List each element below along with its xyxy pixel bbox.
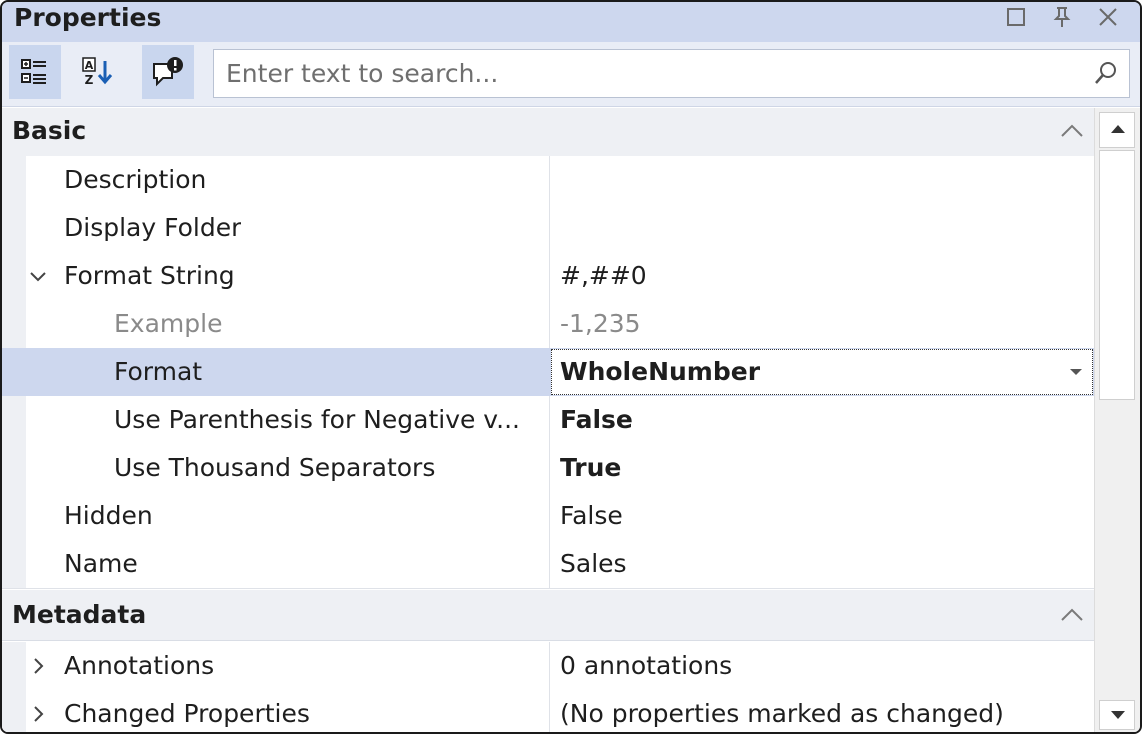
search-box[interactable] bbox=[213, 49, 1130, 98]
column-divider[interactable] bbox=[549, 540, 550, 588]
property-name: Use Parenthesis for Negative v... bbox=[114, 405, 521, 434]
scroll-down-button[interactable] bbox=[1099, 700, 1135, 730]
property-row-format[interactable]: Format WholeNumber bbox=[2, 348, 1094, 397]
row-gutter bbox=[2, 396, 26, 444]
property-name: Format bbox=[114, 357, 203, 386]
row-gutter bbox=[2, 492, 26, 540]
chevron-up-icon[interactable] bbox=[1058, 118, 1086, 146]
property-name: Display Folder bbox=[64, 213, 242, 242]
row-gutter bbox=[2, 690, 26, 732]
property-value: -1,235 bbox=[560, 309, 641, 338]
property-value[interactable]: False bbox=[560, 396, 633, 444]
chevron-right-icon[interactable] bbox=[28, 704, 48, 724]
category-label: Basic bbox=[12, 116, 87, 145]
categorized-icon bbox=[21, 59, 46, 84]
row-gutter bbox=[2, 642, 26, 690]
alphabetical-sort-button[interactable]: A Z bbox=[72, 45, 124, 99]
dropdown-arrow-icon[interactable] bbox=[1070, 369, 1082, 375]
row-gutter bbox=[2, 444, 26, 492]
property-value[interactable]: 0 annotations bbox=[560, 642, 732, 690]
property-grid: Basic Description Display Folder Format … bbox=[2, 108, 1094, 732]
column-divider[interactable] bbox=[549, 300, 550, 348]
column-divider[interactable] bbox=[549, 492, 550, 540]
svg-text:A: A bbox=[85, 59, 94, 72]
column-divider[interactable] bbox=[549, 204, 550, 252]
properties-window: Properties A Z Enter text to search... B… bbox=[0, 0, 1142, 734]
property-row-name[interactable]: Name Sales bbox=[2, 540, 1094, 589]
scroll-thumb[interactable] bbox=[1099, 150, 1135, 400]
property-name: Changed Properties bbox=[64, 699, 310, 728]
description-toggle-button[interactable] bbox=[142, 45, 194, 99]
row-gutter bbox=[2, 204, 26, 252]
property-value[interactable]: (No properties marked as changed) bbox=[560, 690, 1004, 732]
column-divider[interactable] bbox=[549, 156, 550, 204]
property-row-annotations[interactable]: Annotations 0 annotations bbox=[2, 642, 1094, 691]
property-row-description[interactable]: Description bbox=[2, 156, 1094, 205]
property-row-changed-properties[interactable]: Changed Properties (No properties marked… bbox=[2, 690, 1094, 732]
format-dropdown[interactable]: WholeNumber bbox=[551, 349, 1093, 395]
row-gutter bbox=[2, 156, 26, 204]
chevron-right-icon[interactable] bbox=[28, 656, 48, 676]
row-gutter bbox=[2, 348, 26, 396]
chevron-up-icon[interactable] bbox=[1058, 602, 1086, 630]
property-row-format-string[interactable]: Format String #,##0 bbox=[2, 252, 1094, 301]
property-value[interactable]: WholeNumber bbox=[560, 350, 760, 394]
property-name: Use Thousand Separators bbox=[114, 453, 436, 482]
column-divider[interactable] bbox=[549, 444, 550, 492]
property-value[interactable]: #,##0 bbox=[560, 252, 647, 300]
property-name: Format String bbox=[64, 261, 235, 290]
svg-text:Z: Z bbox=[85, 73, 94, 87]
property-name: Description bbox=[64, 165, 207, 194]
category-basic[interactable]: Basic bbox=[2, 108, 1094, 157]
property-value[interactable]: False bbox=[560, 492, 623, 540]
property-value[interactable]: True bbox=[560, 444, 621, 492]
category-metadata[interactable]: Metadata bbox=[2, 590, 1094, 641]
window-title: Properties bbox=[14, 3, 162, 32]
title-bar: Properties bbox=[2, 2, 1140, 42]
row-gutter bbox=[2, 540, 26, 588]
comment-info-icon bbox=[153, 57, 183, 87]
arrow-down-icon bbox=[1111, 711, 1125, 719]
arrow-up-icon bbox=[1111, 125, 1125, 133]
property-name: Name bbox=[64, 549, 138, 578]
toolbar: A Z bbox=[2, 42, 1140, 107]
search-icon[interactable] bbox=[1093, 60, 1119, 86]
row-gutter bbox=[2, 300, 26, 348]
property-row-use-parenthesis[interactable]: Use Parenthesis for Negative v... False bbox=[2, 396, 1094, 445]
property-row-hidden[interactable]: Hidden False bbox=[2, 492, 1094, 541]
column-divider[interactable] bbox=[549, 642, 550, 690]
vertical-scrollbar[interactable] bbox=[1094, 108, 1140, 732]
column-divider[interactable] bbox=[549, 396, 550, 444]
property-row-use-thousand-separators[interactable]: Use Thousand Separators True bbox=[2, 444, 1094, 493]
property-value[interactable]: Sales bbox=[560, 540, 627, 588]
close-icon[interactable] bbox=[1092, 2, 1124, 32]
categorized-view-button[interactable] bbox=[9, 45, 61, 99]
scroll-up-button[interactable] bbox=[1099, 112, 1135, 148]
property-name: Hidden bbox=[64, 501, 153, 530]
pin-icon[interactable] bbox=[1046, 2, 1078, 32]
column-divider[interactable] bbox=[549, 690, 550, 732]
search-input[interactable] bbox=[214, 50, 1086, 97]
property-row-display-folder[interactable]: Display Folder bbox=[2, 204, 1094, 253]
property-name: Annotations bbox=[64, 651, 215, 680]
property-name: Example bbox=[114, 309, 223, 338]
chevron-down-icon[interactable] bbox=[28, 266, 48, 286]
maximize-icon[interactable] bbox=[1000, 2, 1032, 32]
category-label: Metadata bbox=[12, 600, 147, 629]
row-gutter bbox=[2, 252, 26, 300]
sort-az-icon: A Z bbox=[82, 57, 113, 87]
property-row-example[interactable]: Example -1,235 bbox=[2, 300, 1094, 349]
column-divider[interactable] bbox=[549, 252, 550, 300]
